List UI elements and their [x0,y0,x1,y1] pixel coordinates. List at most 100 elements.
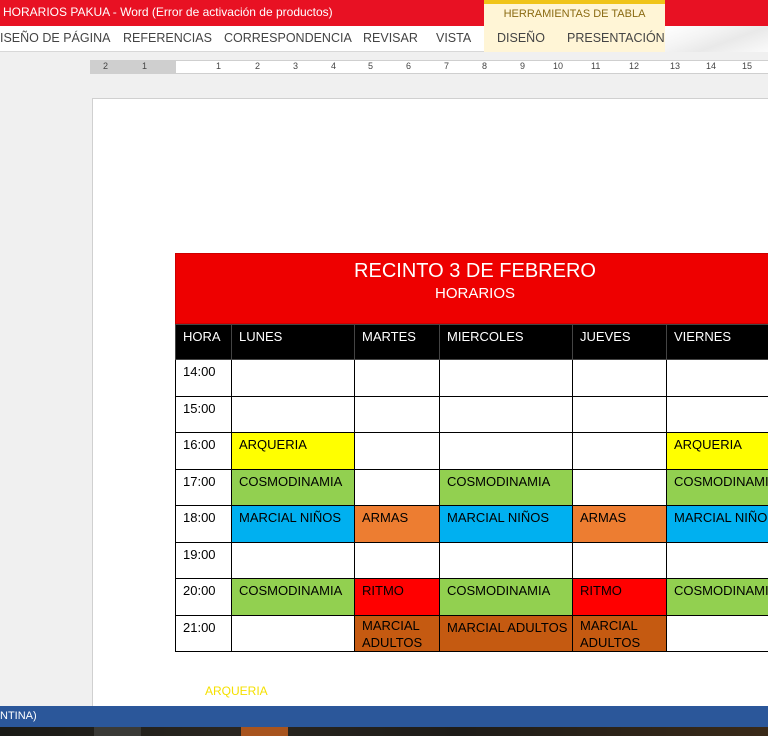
schedule-subtitle: HORARIOS [434,285,515,302]
schedule-table: RECINTO 3 DE FEBRERO HORARIOS HORA LUNES… [175,253,768,652]
schedule-cell[interactable]: COSMODINAMIA [439,578,573,616]
schedule-cell[interactable] [666,395,768,433]
ruler-number: 2 [255,61,261,71]
tab-design[interactable]: DISEÑO [497,31,545,45]
table-tools-context-group: HERRAMIENTAS DE TABLA [484,0,665,26]
schedule-cell[interactable]: RITMO [572,578,667,616]
table-row: 15:00 [175,395,768,433]
column-header-miercoles: MIERCOLES [439,324,573,360]
tab-page-layout[interactable]: ISEÑO DE PÁGINA [0,31,110,45]
column-header-viernes: VIERNES [666,324,768,360]
schedule-cell[interactable] [439,395,573,433]
ruler-number: 7 [444,61,450,71]
schedule-cell[interactable]: MARCIAL ADULTOS [354,614,440,652]
schedule-cell[interactable] [354,432,440,470]
schedule-cell[interactable]: ARQUERIA [231,432,355,470]
column-header-jueves: JUEVES [572,324,667,360]
schedule-cell[interactable] [666,614,768,652]
tab-view[interactable]: VISTA [436,31,471,45]
taskbar-item[interactable] [94,727,141,736]
table-row: 16:00 ARQUERIA ARQUERIA [175,432,768,470]
ruler-number: 13 [670,61,681,71]
schedule-cell[interactable]: COSMODINAMIA [666,578,768,616]
table-row: 21:00 MARCIAL ADULTOS MARCIAL ADULTOS MARCI… [175,614,768,652]
tab-review[interactable]: REVISAR [363,31,418,45]
document-left-gutter [0,82,90,706]
schedule-cell[interactable]: MARCIAL NIÑOS [439,505,573,543]
schedule-header: RECINTO 3 DE FEBRERO HORARIOS [175,253,768,324]
schedule-cell[interactable] [354,468,440,506]
schedule-cell[interactable]: MARCIAL ADULTOS [572,614,667,652]
hour-cell[interactable]: 20:00 [175,578,232,616]
schedule-cell[interactable] [439,432,573,470]
taskbar-item[interactable] [241,727,288,736]
ruler-area: 2 1 1 2 3 4 5 6 7 8 9 10 11 12 13 14 15 [0,52,768,82]
schedule-cell[interactable]: COSMODINAMIA [439,468,573,506]
schedule-cell[interactable] [354,541,440,579]
hour-cell[interactable]: 15:00 [175,395,232,433]
hour-cell[interactable]: 18:00 [175,505,232,543]
ruler-number: 11 [591,61,601,71]
column-header-lunes: LUNES [231,324,355,360]
hour-cell[interactable]: 14:00 [175,359,232,397]
schedule-cell[interactable] [354,395,440,433]
schedule-cell[interactable]: MARCIAL NIÑOS [666,505,768,543]
table-row: 17:00 COSMODINAMIA COSMODINAMIA COSMODINAMI… [175,468,768,506]
tab-mailings[interactable]: CORRESPONDENCIA [224,31,352,45]
taskbar [0,727,768,736]
table-row: 18:00 MARCIAL NIÑOS ARMAS MARCIAL NIÑOS ARMA… [175,505,768,543]
ruler-number: 12 [629,61,640,71]
schedule-cell[interactable]: ARMAS [354,505,440,543]
schedule-cell[interactable]: COSMODINAMIA [231,468,355,506]
tab-references[interactable]: REFERENCIAS [123,31,212,45]
hour-cell[interactable]: 17:00 [175,468,232,506]
ruler-number: 8 [482,61,488,71]
window-title: HORARIOS PAKUA - Word (Error de activaci… [3,5,333,19]
table-row: 20:00 COSMODINAMIA RITMO COSMODINAMIA RITMO C… [175,578,768,616]
schedule-column-headers: HORA LUNES MARTES MIERCOLES JUEVES VIERN… [175,324,768,360]
column-header-martes: MARTES [354,324,440,360]
ribbon-tabs: ISEÑO DE PÁGINA REFERENCIAS CORRESPONDEN… [0,26,768,52]
ruler-number: 3 [293,61,299,71]
schedule-cell[interactable]: ARQUERIA [666,432,768,470]
column-header-hora: HORA [175,324,232,360]
horizontal-ruler[interactable]: 2 1 1 2 3 4 5 6 7 8 9 10 11 12 13 14 15 [90,60,768,74]
schedule-cell[interactable]: RITMO [354,578,440,616]
ruler-number: 2 [103,61,109,71]
schedule-cell[interactable]: ARMAS [572,505,667,543]
tab-layout[interactable]: PRESENTACIÓN [567,31,665,45]
status-language[interactable]: NTINA) [0,710,37,722]
schedule-cell[interactable] [572,359,667,397]
schedule-cell[interactable] [231,395,355,433]
ruler-number: 4 [331,61,337,71]
hour-cell[interactable]: 21:00 [175,614,232,652]
schedule-cell[interactable]: COSMODINAMIA [666,468,768,506]
schedule-cell[interactable] [354,359,440,397]
ruler-number: 1 [216,61,222,71]
schedule-cell[interactable]: MARCIAL ADULTOS [439,614,573,652]
title-bar: HORARIOS PAKUA - Word (Error de activaci… [0,0,768,26]
schedule-title: RECINTO 3 DE FEBRERO [354,260,596,282]
below-table-text: ARQUERIA [205,684,268,698]
schedule-cell[interactable]: COSMODINAMIA [231,578,355,616]
schedule-cell[interactable] [666,359,768,397]
ruler-number: 14 [706,61,717,71]
table-row: 19:00 [175,541,768,579]
hour-cell[interactable]: 16:00 [175,432,232,470]
schedule-cell[interactable] [666,541,768,579]
schedule-cell[interactable] [572,468,667,506]
schedule-cell[interactable] [231,541,355,579]
schedule-grid[interactable]: HORA LUNES MARTES MIERCOLES JUEVES VIERN… [175,324,768,652]
schedule-cell[interactable] [439,541,573,579]
schedule-cell[interactable] [572,432,667,470]
schedule-cell[interactable] [572,395,667,433]
ruler-number: 9 [520,61,526,71]
hour-cell[interactable]: 19:00 [175,541,232,579]
schedule-cell[interactable] [439,359,573,397]
schedule-cell[interactable] [231,359,355,397]
schedule-cell[interactable]: MARCIAL NIÑOS [231,505,355,543]
ruler-number: 1 [142,61,148,71]
schedule-cell[interactable] [572,541,667,579]
ruler-number: 10 [553,61,564,71]
schedule-cell[interactable] [231,614,355,652]
